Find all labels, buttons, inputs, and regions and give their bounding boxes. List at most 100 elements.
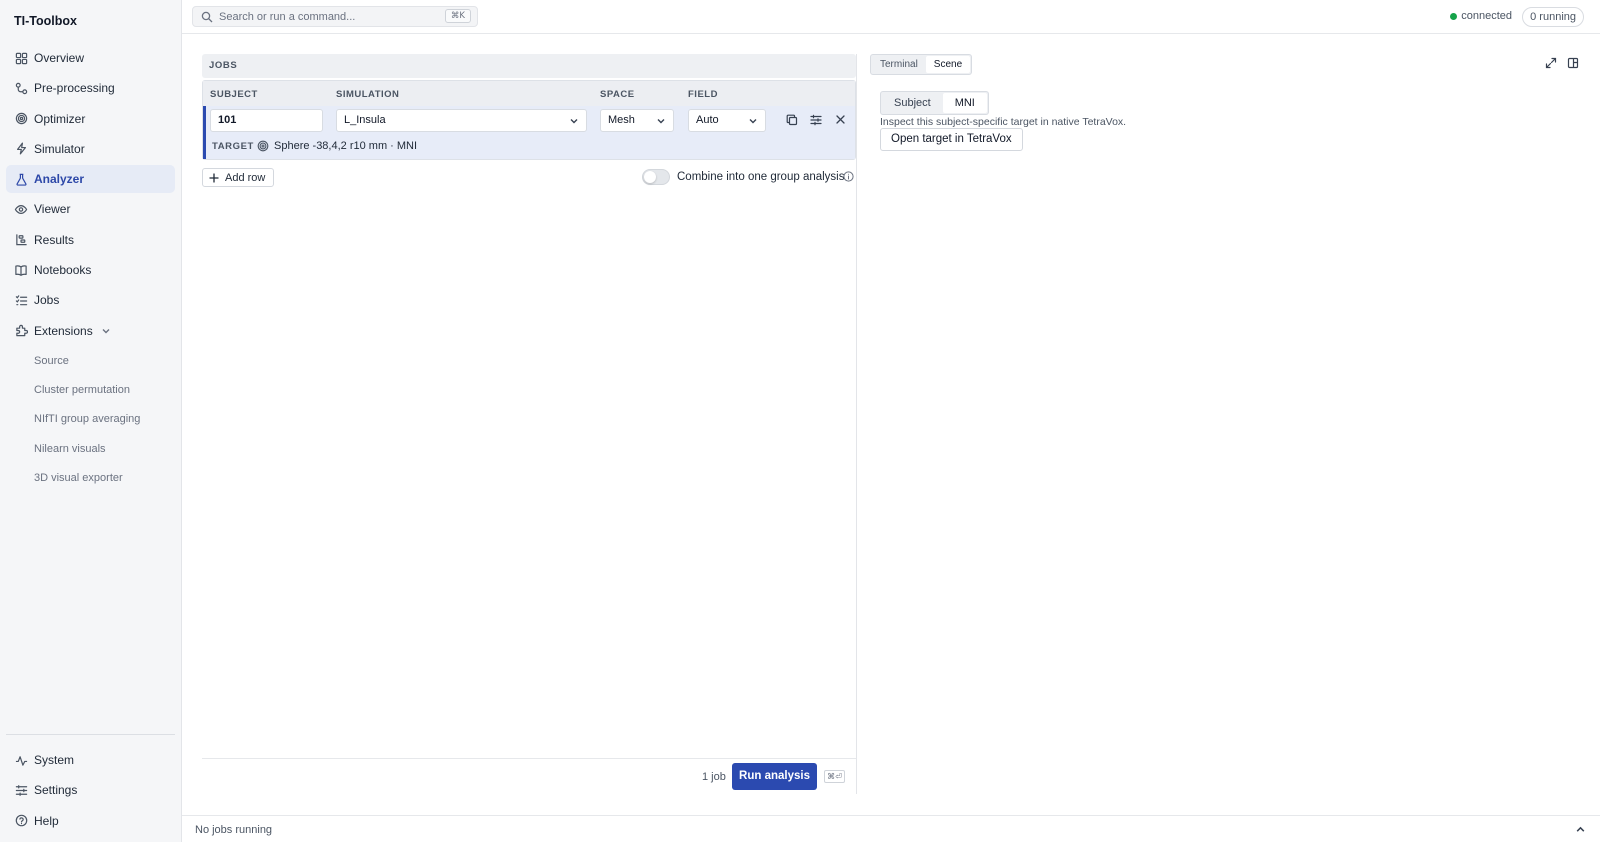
status-text: connected <box>1461 10 1512 22</box>
jobs-status: No jobs running <box>195 824 273 836</box>
sidebar-item-settings[interactable]: Settings <box>6 776 175 804</box>
search-placeholder: Search or run a command... <box>219 10 356 23</box>
sidebar-item-label: Optimizer <box>34 111 86 126</box>
eye-icon <box>14 202 28 216</box>
sidebar-item-jobs[interactable]: Jobs <box>6 286 175 314</box>
sidebar-item-label: System <box>34 753 75 767</box>
toggle-knob <box>644 171 656 183</box>
jobs-table-header: SUBJECT SIMULATION SPACE FIELD <box>203 81 855 106</box>
simulation-value: L_Insula <box>344 114 386 126</box>
sidebar-item-label: Settings <box>34 783 78 798</box>
plus-icon <box>209 172 219 183</box>
help-icon <box>14 814 28 828</box>
field-select[interactable]: Auto <box>688 109 766 132</box>
bottom-status-bar: No jobs running <box>182 815 1600 842</box>
sidebar-item-help[interactable]: Help <box>6 807 175 835</box>
table-row: 101 L_Insula Mesh Auto <box>203 106 855 135</box>
search-icon <box>201 11 213 23</box>
search-shortcut: ⌘K <box>444 9 471 23</box>
job-count: 1 job <box>702 771 726 783</box>
split-panel-icon[interactable] <box>1567 57 1579 69</box>
sidebar-item-pre-processing[interactable]: Pre-processing <box>6 74 175 102</box>
nodes-icon <box>14 81 28 95</box>
chevron-down-icon <box>748 110 758 131</box>
sidebar-item-optimizer[interactable]: Optimizer <box>6 105 175 133</box>
sidebar-item-label: Help <box>34 813 59 828</box>
target-icon <box>14 112 28 126</box>
expand-icon[interactable] <box>1545 57 1557 69</box>
results-icon <box>14 233 28 247</box>
sidebar-item-analyzer[interactable]: Analyzer <box>6 165 175 194</box>
flask-icon <box>14 172 28 186</box>
add-row-button[interactable]: Add row <box>202 168 275 187</box>
combine-label: Combine into one group analysis <box>677 171 845 183</box>
topbar: Search or run a command... ⌘K connected … <box>182 0 1600 34</box>
extension-item-cluster-permutation[interactable]: Cluster permutation <box>34 384 130 396</box>
sidebar: TI-Toolbox Overview Pre-processing Optim… <box>0 0 182 842</box>
space-option-mni[interactable]: MNI <box>942 93 987 113</box>
command-search[interactable]: Search or run a command... ⌘K <box>192 6 478 27</box>
target-row: TARGET Sphere -38,4,2 r10 mm · MNI <box>203 135 855 159</box>
sidebar-item-label: Overview <box>34 51 85 65</box>
target-value[interactable]: Sphere -38,4,2 r10 mm · MNI <box>274 140 417 152</box>
grid-icon <box>14 51 28 65</box>
tab-scene[interactable]: Scene <box>925 56 971 73</box>
chevron-down-icon[interactable] <box>101 326 111 336</box>
run-shortcut: ⌘⏎ <box>824 770 845 783</box>
column-space: SPACE <box>600 89 635 100</box>
right-panel-tabs: Terminal Scene <box>870 54 973 75</box>
duplicate-icon[interactable] <box>786 114 798 126</box>
sidebar-item-overview[interactable]: Overview <box>6 44 175 72</box>
sidebar-nav: Overview Pre-processing Optimizer Simula… <box>6 44 175 347</box>
subject-input[interactable]: 101 <box>210 109 323 132</box>
sidebar-item-extensions[interactable]: Extensions <box>6 317 175 345</box>
space-toggle: Subject MNI <box>880 91 989 115</box>
sidebar-item-notebooks[interactable]: Notebooks <box>6 256 175 284</box>
sidebar-divider <box>6 734 175 735</box>
sidebar-item-system[interactable]: System <box>6 746 175 774</box>
bolt-icon <box>14 142 28 156</box>
extension-item-3d-visual-exporter[interactable]: 3D visual exporter <box>34 472 123 484</box>
run-analysis-button[interactable]: Run analysis <box>732 763 817 790</box>
list-icon <box>14 293 28 307</box>
panel-divider[interactable] <box>856 54 857 794</box>
extension-item-nilearn-visuals[interactable]: Nilearn visuals <box>34 443 106 455</box>
info-icon[interactable] <box>843 171 854 182</box>
footer-divider <box>202 758 856 759</box>
target-label: TARGET <box>212 141 254 152</box>
sliders-icon <box>14 783 28 797</box>
sidebar-item-results[interactable]: Results <box>6 226 175 254</box>
sidebar-item-label: Results <box>34 232 75 247</box>
open-target-button[interactable]: Open target in TetraVox <box>880 128 1023 151</box>
chevron-down-icon <box>656 110 666 131</box>
puzzle-icon <box>14 324 28 338</box>
sidebar-bottom-nav: System Settings Help <box>6 746 175 837</box>
extension-item-source[interactable]: Source <box>34 355 69 367</box>
sidebar-item-label: Analyzer <box>34 172 85 187</box>
jobs-table: SUBJECT SIMULATION SPACE FIELD 101 L_Ins… <box>202 80 856 160</box>
running-badge[interactable]: 0 running <box>1522 7 1584 27</box>
jobs-panel: JOBS SUBJECT SIMULATION SPACE FIELD 101 … <box>202 54 856 187</box>
close-icon[interactable] <box>835 114 846 125</box>
sidebar-item-simulator[interactable]: Simulator <box>6 135 175 163</box>
space-value: Mesh <box>608 114 635 126</box>
column-subject: SUBJECT <box>210 89 258 100</box>
sidebar-item-label: Simulator <box>34 141 85 156</box>
book-icon <box>14 263 28 277</box>
combine-toggle[interactable] <box>642 169 670 185</box>
simulation-select[interactable]: L_Insula <box>336 109 587 132</box>
space-option-subject[interactable]: Subject <box>882 93 943 113</box>
field-value: Auto <box>696 114 719 126</box>
sidebar-item-viewer[interactable]: Viewer <box>6 195 175 223</box>
chevron-up-icon[interactable] <box>1575 824 1586 835</box>
space-select[interactable]: Mesh <box>600 109 674 132</box>
sliders-icon[interactable] <box>810 114 822 126</box>
jobs-header: JOBS <box>202 54 856 78</box>
tab-terminal[interactable]: Terminal <box>872 56 926 73</box>
scene-hint: Inspect this subject-specific target in … <box>880 116 1127 128</box>
chevron-down-icon <box>569 110 579 131</box>
extension-item-nifti-group-averaging[interactable]: NIfTI group averaging <box>34 413 140 425</box>
sidebar-item-label: Notebooks <box>34 263 92 278</box>
sidebar-item-label: Extensions <box>34 323 93 338</box>
target-icon <box>257 140 269 152</box>
